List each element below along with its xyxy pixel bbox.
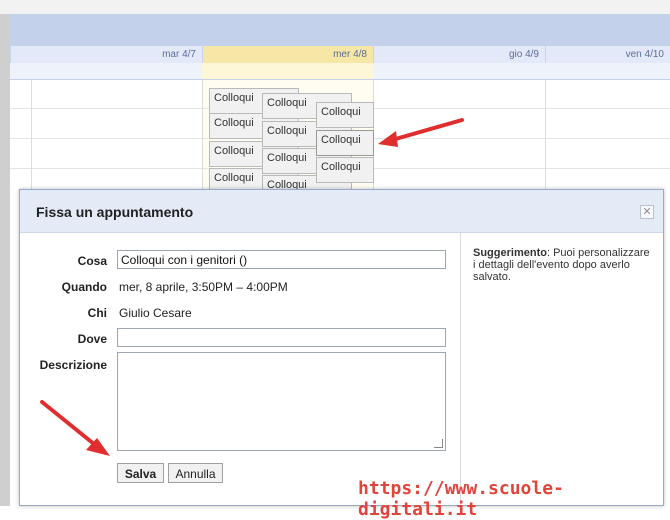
chi-value: Giulio Cesare	[119, 306, 192, 320]
red-arrow-icon	[40, 400, 110, 456]
quando-label: Quando	[61, 280, 107, 294]
calendar-day-headers: mar 4/7 mer 4/8 gio 4/9 ven 4/10	[10, 46, 670, 64]
event-block[interactable]: Colloqui	[316, 157, 374, 183]
cancel-button[interactable]: Annulla	[168, 463, 223, 483]
event-block-target[interactable]: Colloqui	[316, 130, 374, 156]
grid-column-line	[545, 80, 546, 190]
cosa-input[interactable]	[117, 250, 446, 269]
left-edge-strip	[0, 14, 10, 506]
quando-value: mer, 8 aprile, 3:50PM – 4:00PM	[119, 280, 288, 294]
hint-bold: Suggerimento	[473, 247, 547, 259]
all-day-wed-cell[interactable]	[202, 63, 373, 79]
grid-column-line	[202, 80, 203, 190]
grid-column-line	[31, 80, 32, 190]
red-arrow-icon	[378, 118, 464, 147]
dove-input[interactable]	[117, 328, 446, 347]
day-header-wed[interactable]: mer 4/8	[202, 46, 373, 63]
day-header-fri[interactable]: ven 4/10	[545, 46, 670, 63]
dove-label: Dove	[77, 332, 107, 346]
chi-label: Chi	[87, 306, 107, 320]
dialog-header: Fissa un appuntamento ✕	[20, 190, 663, 233]
cosa-label: Cosa	[77, 254, 107, 268]
resize-handle-icon[interactable]	[434, 439, 443, 448]
close-icon[interactable]: ✕	[640, 205, 654, 219]
dialog-title: Fissa un appuntamento	[36, 204, 194, 220]
event-block[interactable]: Colloqui	[316, 102, 374, 128]
day-header-thu[interactable]: gio 4/9	[373, 46, 545, 63]
dialog-divider	[460, 233, 461, 505]
calendar-header-band	[10, 14, 670, 46]
hint-text: Suggerimento: Puoi personalizzare i dett…	[473, 247, 651, 283]
save-button[interactable]: Salva	[117, 463, 164, 483]
descrizione-textarea[interactable]	[117, 352, 446, 451]
day-header-tue[interactable]: mar 4/7	[10, 46, 202, 63]
watermark-url: https://www.scuole-digitali.it	[358, 478, 564, 520]
browser-top-strip	[0, 0, 670, 14]
descrizione-label: Descrizione	[39, 358, 107, 372]
